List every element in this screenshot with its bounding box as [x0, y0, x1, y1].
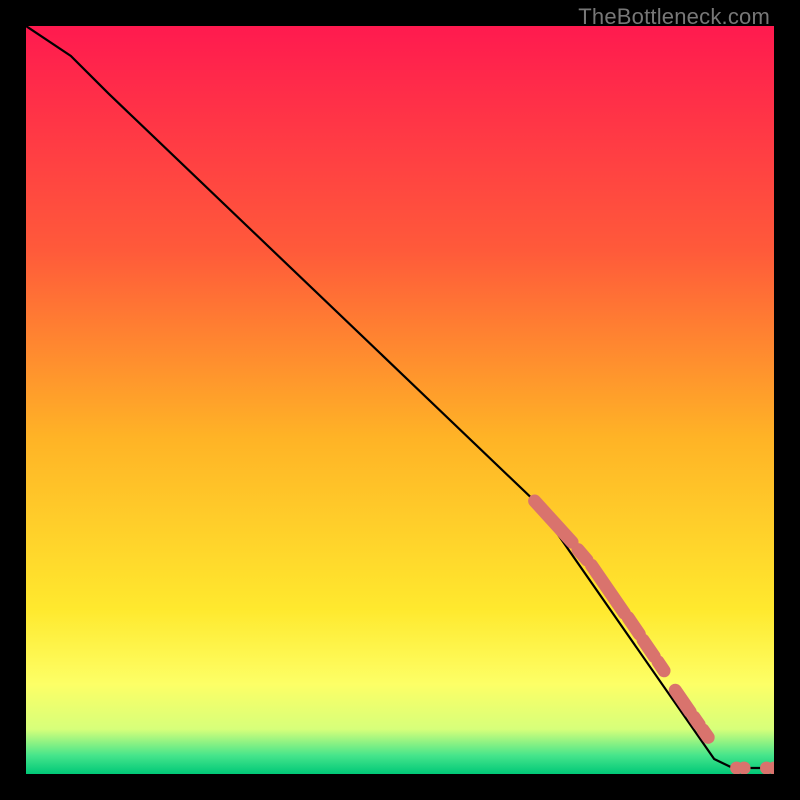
plot-area	[26, 26, 774, 774]
marker-segment	[643, 640, 654, 656]
marker-segment	[578, 550, 587, 560]
marker-segment	[628, 618, 639, 634]
marker-segment	[658, 662, 664, 671]
marker-segment	[694, 717, 699, 724]
chart-frame: TheBottleneck.com	[0, 0, 800, 800]
marker-segment	[703, 730, 708, 737]
marker-point	[738, 762, 751, 774]
chart-svg	[26, 26, 774, 774]
